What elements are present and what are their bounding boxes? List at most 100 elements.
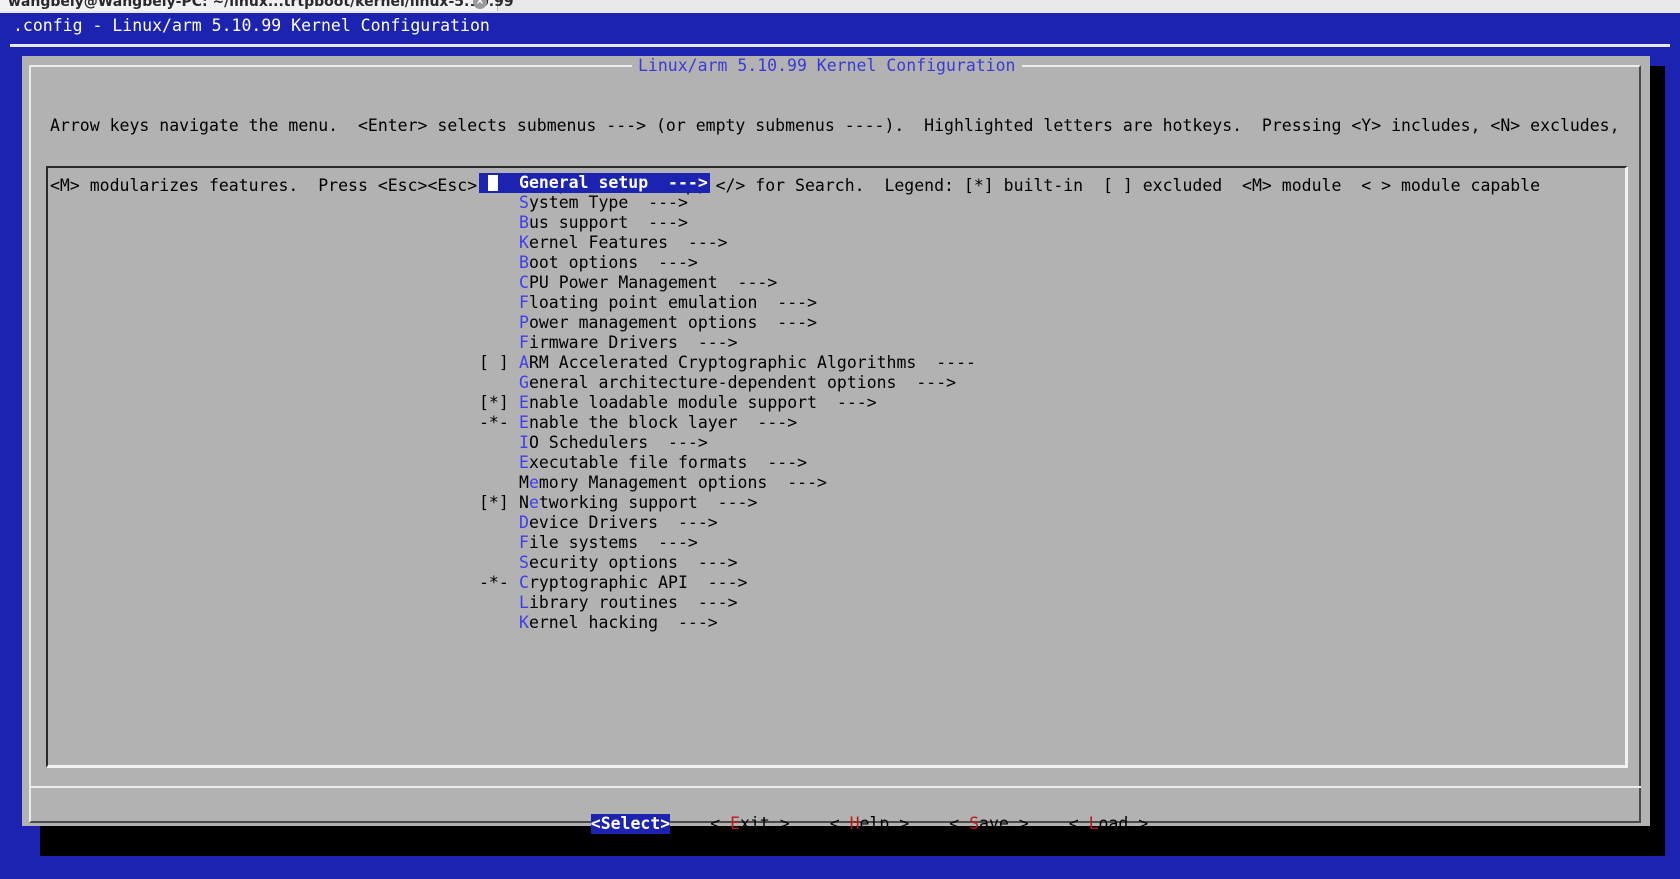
menu-item-label-rest: us support ---> [528,213,688,232]
menu-item-label-rest: mory Management options ---> [538,473,827,492]
dialog-shadow-right [1650,66,1665,856]
menu-item-label-rest: O Schedulers ---> [528,433,708,452]
menu-item-hotkey: I [519,433,529,452]
menu-item-prefix [479,613,519,633]
menu-item-label-rest: nable loadable module support ---> [528,393,877,412]
cursor-block [488,175,498,191]
menu-item[interactable]: [*] Networking support ---> [479,493,976,513]
menu-item-label-rest: tworking support ---> [538,493,758,512]
menu-item-label-rest: irmware Drivers ---> [528,333,738,352]
menu-item[interactable]: -*- Cryptographic API ---> [479,573,976,593]
menu-item-label: Firmware Drivers ---> [519,333,738,353]
menu-item-label: Kernel Features ---> [519,233,728,253]
menu-item-prefix [479,333,519,353]
menu-item-hotkey: D [519,513,529,532]
menu-item[interactable]: IO Schedulers ---> [479,433,976,453]
button-bar: <Select> < Exit > < Help > < Save > < Load > [551,794,1148,854]
menu-item-prefix [479,433,519,453]
menu-item-prefix [479,253,519,273]
menu-item-hotkey: F [519,293,529,312]
menu-item[interactable]: General setup ---> [479,173,976,193]
menu-item-label: Floating point emulation ---> [519,293,817,313]
menu-item[interactable]: [*] Enable loadable module support ---> [479,393,976,413]
menu-item[interactable]: Library routines ---> [479,593,976,613]
terminal-tab[interactable]: wangbeiy@Wangbeiy-PC: ~/linux...trtpboot… [0,0,514,11]
menu-item[interactable]: -*- Enable the block layer ---> [479,413,976,433]
menu-item-hotkey: B [519,253,529,272]
menu-item-label-rest: ibrary routines ---> [528,593,738,612]
menu-item-label: Security options ---> [519,553,738,573]
menu-item[interactable]: Device Drivers ---> [479,513,976,533]
menu-item-label: General architecture-dependent options -… [519,373,956,393]
menu-item[interactable]: System Type ---> [479,193,976,213]
menu-item-label: Kernel hacking ---> [519,613,718,633]
menu-item[interactable]: General architecture-dependent options -… [479,373,976,393]
menu-item[interactable]: Security options ---> [479,553,976,573]
menu-item-prefix [479,453,519,473]
menu-item-label: Library routines ---> [519,593,738,613]
menu-item-prefix [479,273,519,293]
menu-item-prefix [479,513,519,533]
kconfig-dialog: Linux/arm 5.10.99 Kernel Configuration A… [22,56,1650,834]
menu-item-prefix: -*- [479,413,509,432]
menu-item[interactable]: Boot options ---> [479,253,976,273]
menu-item-prefix [479,313,519,333]
menu-item[interactable]: File systems ---> [479,533,976,553]
menu-item-label-rest: ryptographic API ---> [528,573,748,592]
menu-item-label: Power management options ---> [519,313,817,333]
menu-item-label-rest: ystem Type ---> [528,193,688,212]
menu-item-label-rest: xecutable file formats ---> [528,453,808,472]
menu-item-hotkey: P [519,313,529,332]
menu-item[interactable]: Executable file formats ---> [479,453,976,473]
button-divider [29,786,1641,788]
menu-item[interactable]: Bus support ---> [479,213,976,233]
load-button[interactable]: < Load > [1069,814,1149,834]
menu-item[interactable]: [ ] ARM Accelerated Cryptographic Algorit… [479,353,976,373]
menu-item-hotkey: e [528,493,539,512]
menu-item-label: General setup ---> [519,173,710,193]
exit-button[interactable]: < Exit > [710,814,790,834]
menu-item-hotkey: E [519,413,529,432]
menu-item-label-start: N [519,493,529,512]
save-button[interactable]: < Save > [949,814,1029,834]
menu-item-label-rest: ower management options ---> [528,313,818,332]
menu-item[interactable]: Floating point emulation ---> [479,293,976,313]
menu-item-hotkey: C [519,573,529,592]
help-line-1: Arrow keys navigate the menu. <Enter> se… [50,116,1620,135]
menu-item-hotkey: E [519,453,529,472]
menu-item-label: Device Drivers ---> [519,513,718,533]
menu-item-label: Executable file formats ---> [519,453,807,473]
menu-item[interactable]: Power management options ---> [479,313,976,333]
menu-item[interactable]: Firmware Drivers ---> [479,333,976,353]
menu-item-label: IO Schedulers ---> [519,433,708,453]
menu-item-prefix [479,473,519,493]
menu-item-prefix: -*- [479,573,509,592]
help-button[interactable]: < Help > [830,814,910,834]
menu-item[interactable]: Memory Management options ---> [479,473,976,493]
menu-item-label: Networking support ---> [519,493,757,513]
menu-item-prefix [479,193,519,213]
menu-item-hotkey: K [519,233,529,252]
menu-item-prefix [479,593,519,613]
menu-item-prefix: [*] [479,493,509,512]
terminal-tab-strip: wangbeiy@Wangbeiy-PC: ~/linux...trtpboot… [0,0,1680,13]
menu-item-hotkey: C [519,273,529,292]
menu-item-prefix: [ ] [479,353,509,372]
menu-item-hotkey: B [519,213,529,232]
menu-item[interactable]: CPU Power Management ---> [479,273,976,293]
menu-item-hotkey: e [528,473,539,492]
select-button[interactable]: <Select> [590,814,671,834]
menu-item-prefix [479,173,519,193]
menu-item-label: Cryptographic API ---> [519,573,747,593]
menu-item-label-rest: ernel Features ---> [528,233,728,252]
menu-item-label-rest: evice Drivers ---> [528,513,718,532]
terminal-title-line: .config - Linux/arm 5.10.99 Kernel Confi… [13,16,490,35]
menu-item-prefix [479,553,519,573]
menu-item[interactable]: Kernel Features ---> [479,233,976,253]
menu-item-hotkey: G [519,373,529,392]
menu-item-label-rest: loating point emulation ---> [528,293,818,312]
menu-item-label: System Type ---> [519,193,688,213]
menu-item-label-rest: ecurity options ---> [528,553,738,572]
menu-item[interactable]: Kernel hacking ---> [479,613,976,633]
menu-item-hotkey: F [519,333,529,352]
